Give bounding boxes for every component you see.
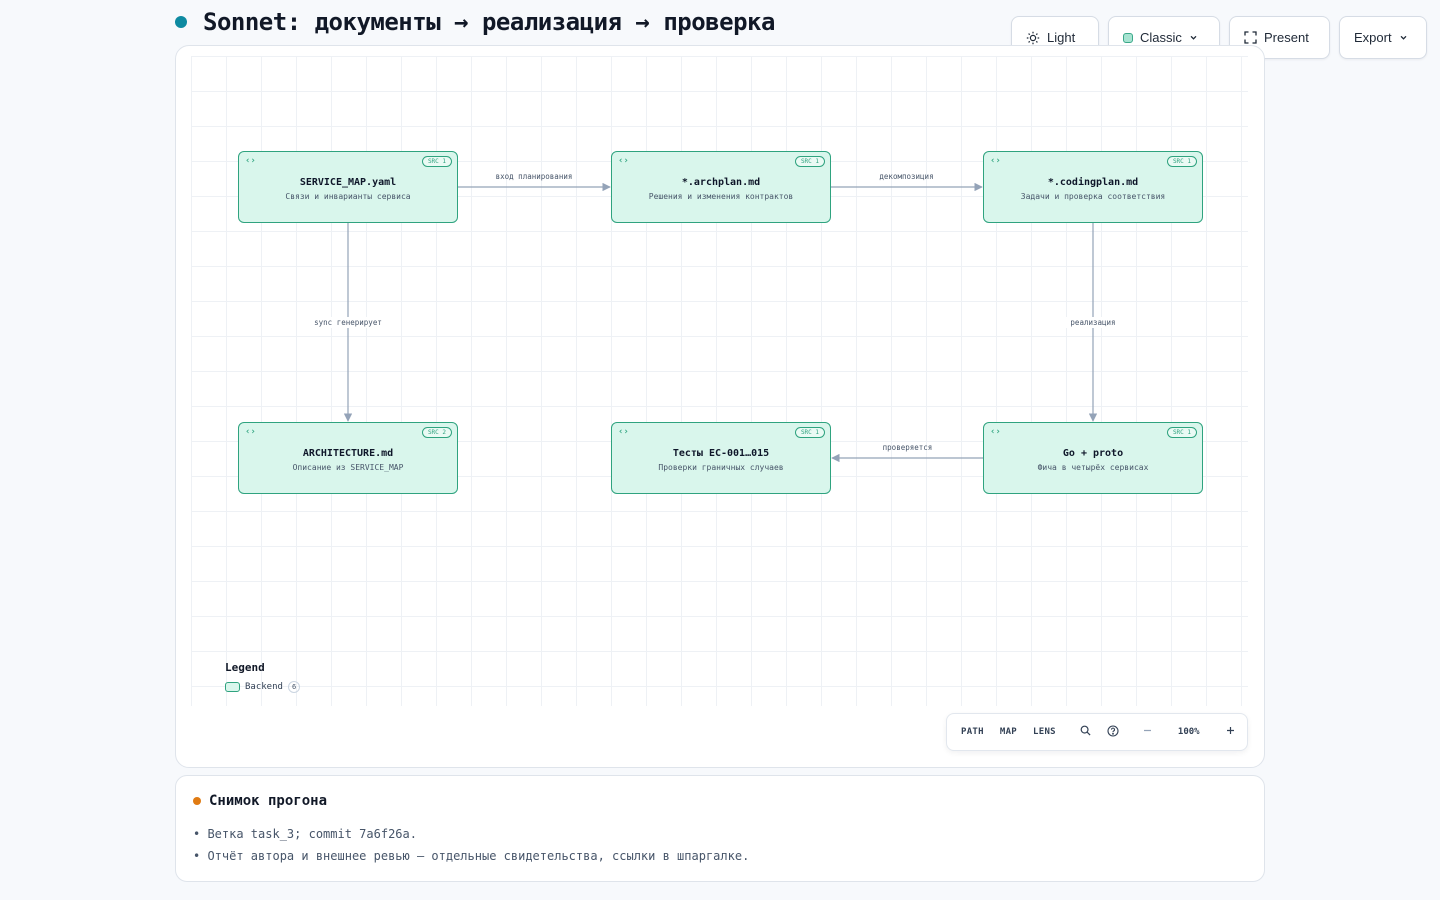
src-badge: SRC 1 (794, 156, 825, 167)
title-dot (175, 16, 187, 28)
code-icon: ‹› (245, 156, 256, 166)
edge-label: реализация (1070, 318, 1115, 327)
help-button[interactable] (1099, 724, 1127, 740)
node-subtitle: Задачи и проверка соответствия (1020, 192, 1166, 201)
canvas-controls: PATH MAP LENS 100% (946, 713, 1248, 751)
legend-count: 6 (287, 681, 301, 693)
src-badge: SRC 1 (1166, 156, 1197, 167)
zoom-out-button[interactable] (1135, 726, 1160, 738)
node-service-map[interactable]: ‹› SRC 1 SERVICE_MAP.yaml Связи и инвариант… (238, 151, 458, 223)
list-item: • Ветка task_3; commit 7a6f26a. (193, 827, 417, 841)
src-badge: SRC 1 (1166, 427, 1197, 438)
minus-icon (1143, 726, 1152, 738)
chevron-down-icon (1399, 33, 1408, 42)
map-button[interactable]: MAP (992, 727, 1025, 737)
code-icon: ‹› (245, 427, 256, 437)
code-icon: ‹› (990, 156, 1001, 166)
diagram-canvas[interactable]: вход планирования декомпозиция sync генери… (175, 45, 1265, 768)
title-row: Sonnet: документы → реализация → проверк… (175, 6, 775, 38)
edge-label: проверяется (883, 443, 933, 452)
legend-item-backend[interactable]: Backend 6 (225, 681, 301, 693)
search-icon (1080, 725, 1091, 739)
search-button[interactable] (1072, 725, 1099, 739)
legend-swatch (225, 682, 240, 692)
export-dropdown[interactable]: Export (1339, 16, 1427, 59)
code-icon: ‹› (618, 427, 629, 437)
node-architecture[interactable]: ‹› SRC 2 ARCHITECTURE.md Описание из SERVIC… (238, 422, 458, 494)
lens-button[interactable]: LENS (1025, 727, 1064, 737)
node-codingplan[interactable]: ‹› SRC 1 *.codingplan.md Задачи и проверка … (983, 151, 1203, 223)
present-label: Present (1264, 30, 1309, 45)
theme-label: Light (1047, 30, 1076, 45)
node-title: Тесты EC-001…015 (672, 448, 770, 459)
legend-title: Legend (225, 661, 265, 674)
node-tests[interactable]: ‹› SRC 1 Тесты EC-001…015 Проверки граничны… (611, 422, 831, 494)
notes-dot (193, 797, 201, 805)
node-title: *.codingplan.md (1047, 177, 1139, 188)
edge-label: sync генерирует (314, 318, 382, 327)
node-subtitle: Фича в четырёх сервисах (1037, 463, 1149, 472)
src-badge: SRC 2 (421, 427, 452, 438)
node-archplan[interactable]: ‹› SRC 1 *.archplan.md Решения и изменения … (611, 151, 831, 223)
zoom-level: 100% (1177, 727, 1200, 737)
src-badge: SRC 1 (794, 427, 825, 438)
path-button[interactable]: PATH (953, 727, 992, 737)
node-title: *.archplan.md (681, 177, 761, 188)
edge-label: вход планирования (496, 172, 573, 181)
legend-label: Backend (245, 682, 283, 692)
notes-list: • Ветка task_3; commit 7a6f26a. • Отчёт … (193, 823, 1247, 867)
style-label: Classic (1140, 30, 1182, 45)
node-subtitle: Проверки граничных случаев (658, 463, 784, 472)
node-subtitle: Связи и инварианты сервиса (285, 192, 411, 201)
help-icon (1107, 724, 1119, 740)
node-go-proto[interactable]: ‹› SRC 1 Go + proto Фича в четырёх сервисах (983, 422, 1203, 494)
chevron-down-icon (1189, 33, 1198, 42)
plus-icon (1226, 726, 1235, 738)
code-icon: ‹› (990, 427, 1001, 437)
list-item: • Отчёт автора и внешнее ревью — отдельн… (193, 849, 750, 863)
export-label: Export (1354, 30, 1392, 45)
style-swatch-icon (1123, 32, 1133, 43)
notes-header: Снимок прогона (193, 793, 1247, 809)
legend: Legend Backend 6 (225, 661, 301, 693)
sun-icon (1026, 31, 1040, 45)
code-icon: ‹› (618, 156, 629, 166)
edge-label: декомпозиция (879, 172, 933, 181)
fullscreen-icon (1244, 31, 1257, 44)
node-subtitle: Описание из SERVICE_MAP (292, 463, 404, 472)
node-subtitle: Решения и изменения контрактов (648, 192, 794, 201)
src-badge: SRC 1 (421, 156, 452, 167)
node-title: Go + proto (1062, 448, 1124, 459)
zoom-in-button[interactable] (1218, 726, 1243, 738)
node-title: ARCHITECTURE.md (302, 448, 394, 459)
node-title: SERVICE_MAP.yaml (299, 177, 397, 188)
page-title: Sonnet: документы → реализация → проверк… (203, 8, 775, 36)
notes-title: Снимок прогона (209, 793, 328, 809)
run-snapshot-card: Снимок прогона • Ветка task_3; commit 7a… (175, 775, 1265, 882)
